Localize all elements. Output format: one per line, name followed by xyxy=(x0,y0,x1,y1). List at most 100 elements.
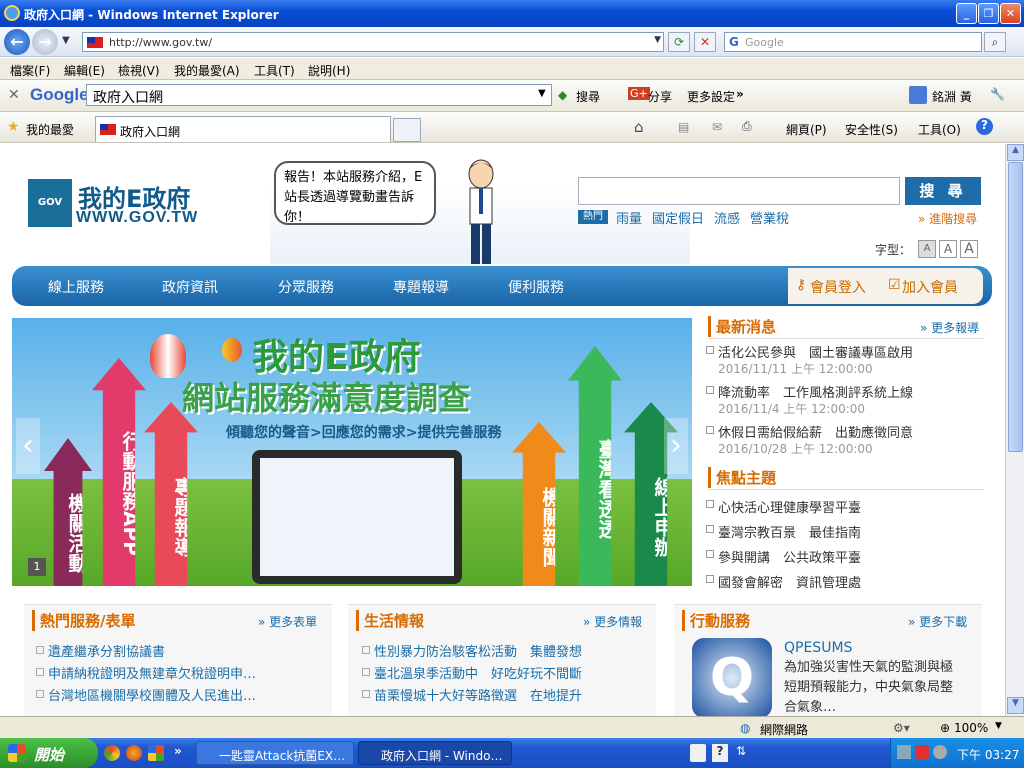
scroll-thumb[interactable] xyxy=(1008,162,1023,452)
search-icon[interactable]: ⌕ xyxy=(984,32,1006,52)
hot-keyword-link[interactable]: 營業稅 xyxy=(750,208,789,227)
zoom-dropdown-icon[interactable]: ▼ xyxy=(995,721,1002,731)
chrome-icon[interactable] xyxy=(104,745,120,761)
home-icon[interactable]: ⌂ xyxy=(634,118,644,136)
login-button[interactable]: 會員登入 xyxy=(810,277,866,297)
antivirus-icon[interactable] xyxy=(915,745,929,759)
arrow-org-activities[interactable]: 機關活動 xyxy=(44,438,92,586)
hot-service-link[interactable]: 遺產繼承分割協議書 xyxy=(48,641,328,660)
guide-speech-bubble[interactable]: 報告！本站服務介紹，E站長透過導覽動畫告訴你！ xyxy=(274,161,436,225)
more-info-link[interactable]: » 更多情報 xyxy=(583,613,642,630)
news-item-title[interactable]: 休假日需給假給薪 出勤應徵同意 xyxy=(718,422,913,441)
font-large-button[interactable]: A xyxy=(960,240,978,258)
google-toolbar-input[interactable]: 政府入口網 xyxy=(86,84,552,106)
guide-character-image[interactable] xyxy=(458,158,504,268)
news-item-title[interactable]: 降流動率 工作風格測評系統上線 xyxy=(718,382,913,401)
taskbar-item-chrome[interactable]: 一匙靈Attack抗菌EX… xyxy=(196,741,354,765)
url-dropdown-icon[interactable]: ▼ xyxy=(654,35,661,45)
site-search-button[interactable]: 搜 尋 xyxy=(905,177,981,205)
arrow-taiwan-view[interactable]: 臺灣看透透 xyxy=(568,346,622,586)
favorites-button[interactable]: 我的最愛 xyxy=(26,121,74,138)
scroll-down-icon[interactable]: ▼ xyxy=(1007,697,1024,714)
focus-item[interactable]: 臺灣宗教百景 最佳指南 xyxy=(718,522,861,541)
nav-gov-info[interactable]: 政府資訊 xyxy=(162,277,218,297)
start-button[interactable]: 開始 xyxy=(0,738,98,768)
banner-page-number[interactable]: 1 xyxy=(28,558,46,576)
share-button[interactable]: 分享 xyxy=(648,88,672,105)
app-name-link[interactable]: QPESUMS xyxy=(784,640,852,656)
taskbar-item-ie[interactable]: 政府入口網 - Windo… xyxy=(358,741,512,765)
hot-service-link[interactable]: 申請納稅證明及無建章欠稅證明申… xyxy=(48,663,328,682)
firefox-icon[interactable] xyxy=(126,745,142,761)
focus-item[interactable]: 國發會解密 資訊管理處 xyxy=(718,572,861,591)
hot-keyword-link[interactable]: 國定假日 xyxy=(652,208,704,227)
back-button[interactable]: ← xyxy=(4,29,30,55)
new-tab-button[interactable] xyxy=(393,118,421,142)
user-name[interactable]: 銘淵 黃 xyxy=(932,88,972,105)
stop-icon[interactable]: ✕ xyxy=(694,32,716,52)
help-tray-icon[interactable]: ? xyxy=(712,744,728,762)
tools-menu[interactable]: 工具(O) xyxy=(918,121,961,138)
font-small-button[interactable]: A xyxy=(918,240,936,258)
life-info-link[interactable]: 苗栗慢城十大好等路徵選 在地提升 xyxy=(374,685,654,704)
more-forms-link[interactable]: » 更多表單 xyxy=(258,613,317,630)
life-info-link[interactable]: 臺北溫泉季活動中 好吃好玩不間斷 xyxy=(374,663,654,682)
google-search-button[interactable]: 搜尋 xyxy=(576,88,600,105)
zoom-level[interactable]: 100% xyxy=(954,721,988,735)
help-icon[interactable]: ? xyxy=(976,118,993,135)
nav-convenience-services[interactable]: 便利服務 xyxy=(508,277,564,297)
wrench-icon[interactable]: 🔧 xyxy=(990,87,1005,101)
life-info-link[interactable]: 性別暴力防治駭客松活動 集體發想 xyxy=(374,641,654,660)
mail-icon[interactable]: ✉ xyxy=(712,120,722,134)
print-icon[interactable]: ⎙ xyxy=(742,119,752,134)
scroll-up-icon[interactable]: ▲ xyxy=(1007,144,1024,161)
gallery-icon[interactable] xyxy=(148,745,164,761)
history-dropdown-icon[interactable]: ▼ xyxy=(62,35,70,46)
arrow-special-reports[interactable]: 專題報導 xyxy=(144,402,198,586)
nav-special-reports[interactable]: 專題報導 xyxy=(393,277,449,297)
hot-keyword-link[interactable]: 雨量 xyxy=(616,208,642,227)
arrow-mobile-app[interactable]: 行動服務APP xyxy=(92,358,146,586)
arrow-org-news[interactable]: 機關新聞 xyxy=(512,422,566,586)
clipboard-icon[interactable] xyxy=(690,744,706,762)
close-button[interactable]: ✕ xyxy=(1000,3,1021,24)
minimize-button[interactable]: _ xyxy=(956,3,977,24)
menu-view[interactable]: 檢視(V) xyxy=(118,62,160,79)
audio-icon[interactable]: ⇅ xyxy=(736,744,746,758)
url-field[interactable]: http://www.gov.tw/ ▼ xyxy=(82,32,664,52)
safety-menu[interactable]: 安全性(S) xyxy=(845,121,898,138)
google-dropdown-icon[interactable]: ▼ xyxy=(538,88,546,99)
nav-online-services[interactable]: 線上服務 xyxy=(48,277,104,297)
font-medium-button[interactable]: A xyxy=(939,240,957,258)
page-menu[interactable]: 網頁(P) xyxy=(786,121,827,138)
browser-search-input[interactable]: G Google xyxy=(724,32,982,52)
menu-favorites[interactable]: 我的最愛(A) xyxy=(174,62,240,79)
menu-help[interactable]: 說明(H) xyxy=(308,62,350,79)
quick-launch-more-icon[interactable]: » xyxy=(174,744,182,758)
network-icon[interactable] xyxy=(897,745,911,759)
focus-item[interactable]: 心快活心理健康學習平臺 xyxy=(718,497,861,516)
more-settings-button[interactable]: 更多設定 xyxy=(687,88,735,105)
banner-prev-button[interactable]: ‹ xyxy=(16,418,40,474)
more-downloads-link[interactable]: » 更多下載 xyxy=(908,613,967,630)
hot-service-link[interactable]: 台灣地區機關學校團體及人民進出… xyxy=(48,685,328,704)
hot-keyword-link[interactable]: 流感 xyxy=(714,208,740,227)
more-news-link[interactable]: » 更多報導 xyxy=(920,319,979,336)
protected-mode-icon[interactable]: ⚙▾ xyxy=(893,721,910,735)
refresh-icon[interactable]: ⟳ xyxy=(668,32,690,52)
forward-button[interactable]: → xyxy=(32,29,58,55)
page-scrollbar[interactable]: ▲ ▼ xyxy=(1005,144,1024,716)
join-button[interactable]: 加入會員 xyxy=(902,277,958,297)
site-search-input[interactable] xyxy=(578,177,900,205)
toolbar-close-icon[interactable]: ✕ xyxy=(8,87,20,103)
menu-file[interactable]: 檔案(F) xyxy=(10,62,50,79)
menu-edit[interactable]: 編輯(E) xyxy=(64,62,105,79)
feeds-icon[interactable]: ▤ xyxy=(678,120,689,134)
tray-app-icon[interactable] xyxy=(933,745,947,759)
browser-tab[interactable]: 政府入口網 xyxy=(95,116,391,142)
nav-audience-services[interactable]: 分眾服務 xyxy=(278,277,334,297)
qpesums-app-icon[interactable]: Q xyxy=(692,638,772,716)
news-item-title[interactable]: 活化公民參與 國土審議專區啟用 xyxy=(718,342,913,361)
advanced-search-link[interactable]: » 進階搜尋 xyxy=(918,210,977,227)
menu-tools[interactable]: 工具(T) xyxy=(254,62,295,79)
